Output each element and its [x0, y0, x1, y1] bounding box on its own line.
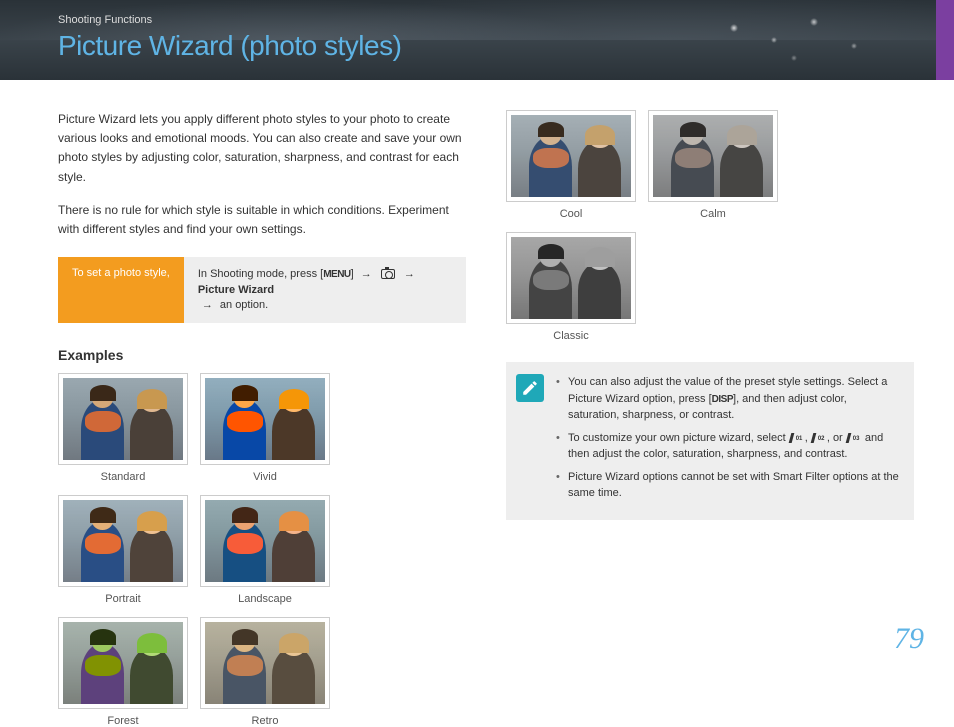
disp-key-icon: DISP — [712, 394, 733, 405]
style-thumb: Portrait — [58, 495, 188, 605]
style-thumb: Standard — [58, 373, 188, 483]
section-tab — [936, 0, 954, 80]
style-image — [205, 500, 325, 582]
style-image — [205, 622, 325, 704]
style-image-frame — [506, 110, 636, 202]
style-label: Cool — [506, 208, 636, 220]
note-pencil-icon — [516, 374, 544, 402]
intro-paragraph-2: There is no rule for which style is suit… — [58, 201, 466, 239]
instruction-row: To set a photo style, In Shooting mode, … — [58, 257, 466, 323]
note-item-2: To customize your own picture wizard, se… — [556, 430, 900, 463]
style-image-frame — [200, 617, 330, 709]
style-label: Calm — [648, 208, 778, 220]
breadcrumb: Shooting Functions — [58, 14, 152, 26]
arrow-icon: → — [361, 268, 372, 280]
style-label: Retro — [200, 715, 330, 727]
style-label: Portrait — [58, 593, 188, 605]
style-label: Landscape — [200, 593, 330, 605]
instruction-body: In Shooting mode, press [MENU] → → Pictu… — [184, 257, 466, 323]
style-image-frame — [200, 495, 330, 587]
instruction-label: To set a photo style, — [58, 257, 184, 323]
style-thumb: Vivid — [200, 373, 330, 483]
examples-heading: Examples — [58, 347, 466, 363]
examples-grid-right: Cool Calm Classic — [506, 110, 914, 342]
style-label: Forest — [58, 715, 188, 727]
instruction-prefix: In Shooting mode, press [ — [198, 268, 323, 280]
instruction-target: Picture Wizard — [198, 284, 274, 296]
intro-paragraph-1: Picture Wizard lets you apply different … — [58, 110, 466, 187]
custom3-icon — [847, 433, 861, 443]
style-image-frame — [58, 495, 188, 587]
style-thumb: Cool — [506, 110, 636, 220]
style-image — [511, 115, 631, 197]
style-thumb: Forest — [58, 617, 188, 727]
style-thumb: Calm — [648, 110, 778, 220]
style-image-frame — [648, 110, 778, 202]
style-image-frame — [200, 373, 330, 465]
examples-grid-left: Standard Vivid Portrait Landscape Forest Retr… — [58, 373, 466, 727]
note-item-1: You can also adjust the value of the pre… — [556, 374, 900, 424]
style-image — [63, 622, 183, 704]
arrow-icon: → — [202, 299, 213, 311]
custom1-icon — [790, 433, 804, 443]
style-image-frame — [58, 617, 188, 709]
style-thumb: Landscape — [200, 495, 330, 605]
camera-icon — [381, 269, 395, 279]
custom2-icon — [812, 433, 826, 443]
style-image — [63, 500, 183, 582]
style-image-frame — [506, 232, 636, 324]
instruction-suffix: an option. — [217, 299, 268, 311]
page-title: Picture Wizard (photo styles) — [58, 30, 401, 62]
style-image — [205, 378, 325, 460]
style-label: Standard — [58, 471, 188, 483]
style-image — [511, 237, 631, 319]
style-label: Vivid — [200, 471, 330, 483]
style-thumb: Classic — [506, 232, 636, 342]
style-label: Classic — [506, 330, 636, 342]
page-header: Shooting Functions Picture Wizard (photo… — [0, 0, 954, 80]
arrow-icon: → — [404, 268, 415, 280]
right-column: Cool Calm Classic You can also adjust the … — [506, 110, 914, 727]
menu-key-icon: MENU — [323, 269, 350, 280]
style-thumb: Retro — [200, 617, 330, 727]
style-image — [653, 115, 773, 197]
content-area: Picture Wizard lets you apply different … — [0, 80, 954, 727]
note-item-3: Picture Wizard options cannot be set wit… — [556, 469, 900, 502]
style-image-frame — [58, 373, 188, 465]
page-number: 79 — [894, 622, 924, 656]
style-image — [63, 378, 183, 460]
note-box: You can also adjust the value of the pre… — [506, 362, 914, 520]
instruction-mid1: ] — [351, 268, 357, 280]
left-column: Picture Wizard lets you apply different … — [58, 110, 466, 727]
